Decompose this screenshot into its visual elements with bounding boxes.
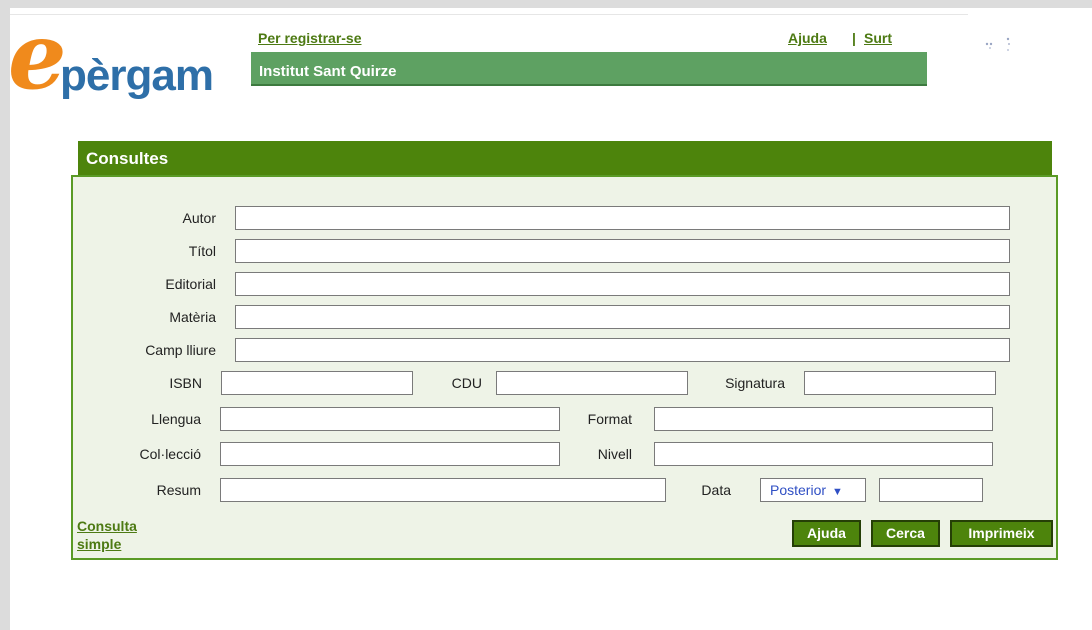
format-label: Format <box>587 411 632 427</box>
camp-lliure-input[interactable] <box>235 338 1010 362</box>
resum-input[interactable] <box>220 478 666 502</box>
cdu-input[interactable] <box>496 371 688 395</box>
advanced-search-panel <box>71 175 1058 560</box>
date-input[interactable] <box>879 478 983 502</box>
chevron-down-icon: ▼ <box>832 486 843 498</box>
print-button[interactable]: Imprimeix <box>950 520 1053 547</box>
nivell-label: Nivell <box>597 446 632 462</box>
editorial-label: Editorial <box>165 276 216 292</box>
data-label: Data <box>701 482 731 498</box>
editorial-input[interactable] <box>235 272 1010 296</box>
titol-label: Títol <box>188 243 216 259</box>
camp-lliure-label: Camp lliure <box>145 342 216 358</box>
colleccio-label: Col·lecció <box>139 446 201 462</box>
cdu-label: CDU <box>451 375 482 391</box>
date-operator-select[interactable]: Posterior ▼ <box>760 478 866 502</box>
logo-letter-e: e <box>8 2 67 110</box>
isbn-label: ISBN <box>169 375 202 391</box>
signatura-label: Signatura <box>725 375 785 391</box>
simple-search-link[interactable]: Consulta simple <box>77 517 157 553</box>
date-operator-value: Posterior <box>770 482 827 498</box>
titol-input[interactable] <box>235 239 1010 263</box>
window-top-strip <box>0 0 1092 8</box>
panel-header: Consultes <box>78 141 1052 175</box>
autor-input[interactable] <box>235 206 1010 230</box>
signatura-input[interactable] <box>804 371 996 395</box>
exit-link[interactable]: Surt <box>864 30 892 46</box>
nivell-input[interactable] <box>654 442 993 466</box>
llengua-input[interactable] <box>220 407 560 431</box>
colleccio-input[interactable] <box>220 442 560 466</box>
help-button[interactable]: Ajuda <box>792 520 861 547</box>
materia-label: Matèria <box>169 309 216 325</box>
register-link[interactable]: Per registrar-se <box>258 30 362 46</box>
header-separator: | <box>852 30 856 46</box>
help-link[interactable]: Ajuda <box>788 30 827 46</box>
search-button[interactable]: Cerca <box>871 520 940 547</box>
panel-title: Consultes <box>86 149 169 168</box>
isbn-input[interactable] <box>221 371 413 395</box>
library-name: Institut Sant Quirze <box>259 63 397 80</box>
autor-label: Autor <box>182 210 216 226</box>
llengua-label: Llengua <box>151 411 201 427</box>
epergam-logo: e pèrgam <box>8 10 238 106</box>
format-input[interactable] <box>654 407 993 431</box>
resum-label: Resum <box>156 482 201 498</box>
library-bar: Institut Sant Quirze <box>251 52 927 86</box>
materia-input[interactable] <box>235 305 1010 329</box>
header-divider <box>10 14 968 15</box>
logo-wordmark: pèrgam <box>60 51 214 100</box>
loading-dots-icon <box>978 30 1018 60</box>
